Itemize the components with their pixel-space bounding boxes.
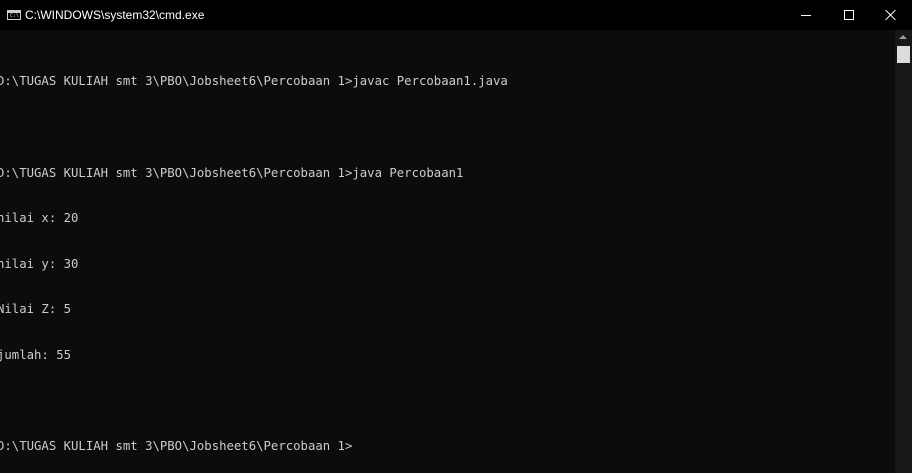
console-line: Nilai Z: 5 <box>0 302 72 317</box>
cmd-icon[interactable]: C:\ <box>7 10 21 20</box>
vertical-scrollbar[interactable] <box>895 30 912 473</box>
close-button[interactable] <box>868 0 912 30</box>
console-line: jumlah: 55 <box>0 347 72 362</box>
window-title: C:\WINDOWS\system32\cmd.exe <box>25 8 205 22</box>
console-line: nilai x: 20 <box>0 211 79 226</box>
scroll-thumb[interactable] <box>897 46 910 63</box>
title-bar[interactable]: C:\ C:\WINDOWS\system32\cmd.exe <box>0 0 912 30</box>
scroll-up-arrow-icon <box>899 35 907 39</box>
maximize-button[interactable] <box>826 0 872 30</box>
console-prompt-line: D:\TUGAS KULIAH smt 3\PBO\Jobsheet6\Perc… <box>0 439 353 454</box>
close-icon <box>885 9 897 21</box>
scroll-up-button[interactable] <box>895 30 912 45</box>
console-output[interactable]: D:\TUGAS KULIAH smt 3\PBO\Jobsheet6\Perc… <box>0 44 887 469</box>
minimize-icon <box>801 15 811 16</box>
console-line: D:\TUGAS KULIAH smt 3\PBO\Jobsheet6\Perc… <box>0 165 464 180</box>
cmd-icon-prompt: C:\ <box>10 13 20 19</box>
console-line: nilai y: 30 <box>0 256 79 271</box>
console-line: D:\TUGAS KULIAH smt 3\PBO\Jobsheet6\Perc… <box>0 74 508 89</box>
cmd-window: C:\ C:\WINDOWS\system32\cmd.exe D:\TUGAS… <box>0 0 912 473</box>
minimize-button[interactable] <box>783 0 829 30</box>
maximize-icon <box>844 10 854 20</box>
